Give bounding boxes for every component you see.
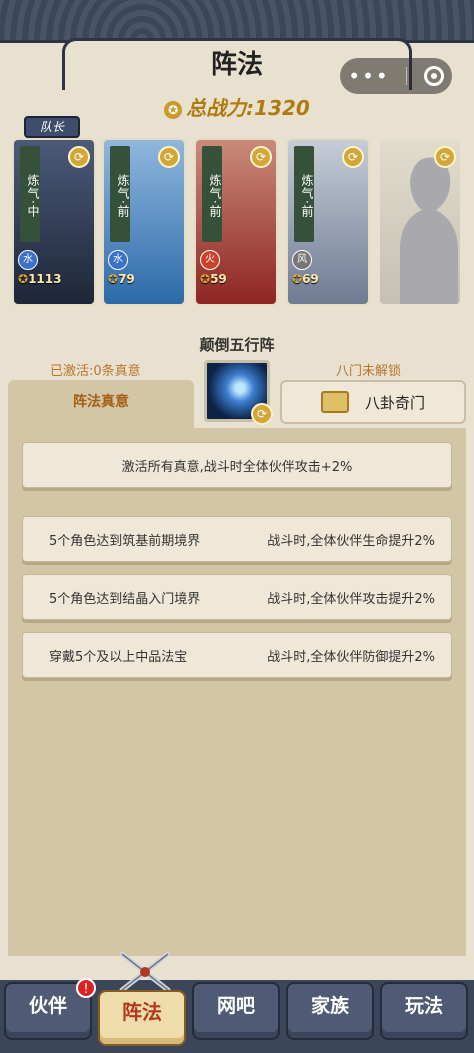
card-power: ✪79 [108, 272, 135, 286]
total-power-label: 总战力:1320 [186, 96, 310, 120]
bamen-status: 八门未解锁 [336, 364, 402, 379]
formation-name: 颠倒五行阵 [199, 336, 275, 354]
partner-card-3[interactable]: 炼气·前 ⟳ 火 ✪59 [194, 138, 278, 306]
swap-icon[interactable]: ⟳ [158, 146, 180, 168]
swap-icon[interactable]: ⟳ [434, 146, 456, 168]
medal-icon: ✪ [200, 272, 211, 286]
partner-card-locked[interactable]: ⟳ [378, 138, 462, 306]
nav-formation[interactable]: 阵法 [98, 990, 186, 1046]
effect-condition: 5个角色达到结晶入门境界 [49, 591, 201, 607]
medal-icon: ✪ [164, 100, 183, 119]
alert-icon: ! [76, 978, 96, 998]
effect-row: 5个角色达到筑基前期境界 战斗时,全体伙伴生命提升2% [22, 516, 452, 562]
effect-result: 战斗时,全体伙伴攻击提升2% [267, 591, 435, 607]
medal-icon: ✪ [292, 272, 303, 286]
effect-row: 穿戴5个及以上中品法宝 战斗时,全体伙伴防御提升2% [22, 632, 452, 678]
element-icon: 水 [18, 250, 38, 270]
book-icon [320, 391, 349, 413]
partner-card-1[interactable]: 炼气·中 ⟳ 水 ✪1113 [12, 138, 96, 306]
element-icon: 火 [200, 250, 220, 270]
realm-label: 炼气·中 [20, 146, 40, 242]
swords-icon [119, 951, 171, 993]
card-power: ✪59 [200, 272, 227, 286]
partner-card-4[interactable]: 炼气·前 ⟳ 风 ✪69 [286, 138, 370, 306]
all-effects-text: 激活所有真意,战斗时全体伙伴攻击+2% [121, 459, 353, 475]
realm-label: 炼气·前 [110, 146, 130, 242]
swap-icon[interactable]: ⟳ [68, 146, 90, 168]
element-icon: 风 [292, 250, 312, 270]
all-effects-row: 激活所有真意,战斗时全体伙伴攻击+2% [22, 442, 452, 488]
partner-cards: 炼气·中 ⟳ 水 ✪1113 炼气·前 ⟳ 水 ✪79 炼气·前 ⟳ 火 ✪59… [0, 138, 474, 308]
card-power-value: 69 [302, 272, 319, 286]
swap-icon[interactable]: ⟳ [342, 146, 364, 168]
effect-result: 战斗时,全体伙伴生命提升2% [267, 533, 435, 549]
card-power-value: 1113 [28, 272, 62, 286]
card-power-value: 79 [118, 272, 135, 286]
effect-result: 战斗时,全体伙伴防御提升2% [267, 649, 435, 665]
card-power-value: 59 [210, 272, 227, 286]
medal-icon: ✪ [108, 272, 119, 286]
formation-icon[interactable]: ⟳ [204, 360, 273, 425]
effect-row: 5个角色达到结晶入门境界 战斗时,全体伙伴攻击提升2% [22, 574, 452, 620]
effects-panel: 激活所有真意,战斗时全体伙伴攻击+2% 5个角色达到筑基前期境界 战斗时,全体伙… [8, 428, 466, 956]
swap-icon[interactable]: ⟳ [251, 403, 273, 425]
nav-netbar[interactable]: 网吧 [192, 982, 280, 1040]
captain-tag: 队长 [24, 116, 80, 138]
bagua-label: 八卦奇门 [364, 393, 425, 412]
capsule-divider [406, 67, 408, 85]
miniprogram-capsule: ••• [340, 58, 452, 94]
tab-formation-essence[interactable]: 阵法真意 [8, 380, 194, 428]
partner-card-2[interactable]: 炼气·前 ⟳ 水 ✪79 [102, 138, 186, 306]
effect-condition: 5个角色达到筑基前期境界 [49, 533, 201, 549]
medal-icon: ✪ [18, 272, 29, 286]
effect-condition: 穿戴5个及以上中品法宝 [49, 649, 188, 665]
activated-count: 已激活:0条真意 [50, 364, 141, 379]
swap-icon[interactable]: ⟳ [250, 146, 272, 168]
menu-dots-icon[interactable]: ••• [348, 64, 389, 88]
nav-clan[interactable]: 家族 [286, 982, 374, 1040]
close-ring-icon[interactable] [423, 66, 444, 86]
nav-play[interactable]: 玩法 [380, 982, 468, 1040]
card-power: ✪1113 [18, 272, 61, 286]
realm-label: 炼气·前 [202, 146, 222, 242]
element-icon: 水 [108, 250, 128, 270]
card-power: ✪69 [292, 272, 319, 286]
bagua-button[interactable]: 八卦奇门 [280, 380, 466, 424]
realm-label: 炼气·前 [294, 146, 314, 242]
